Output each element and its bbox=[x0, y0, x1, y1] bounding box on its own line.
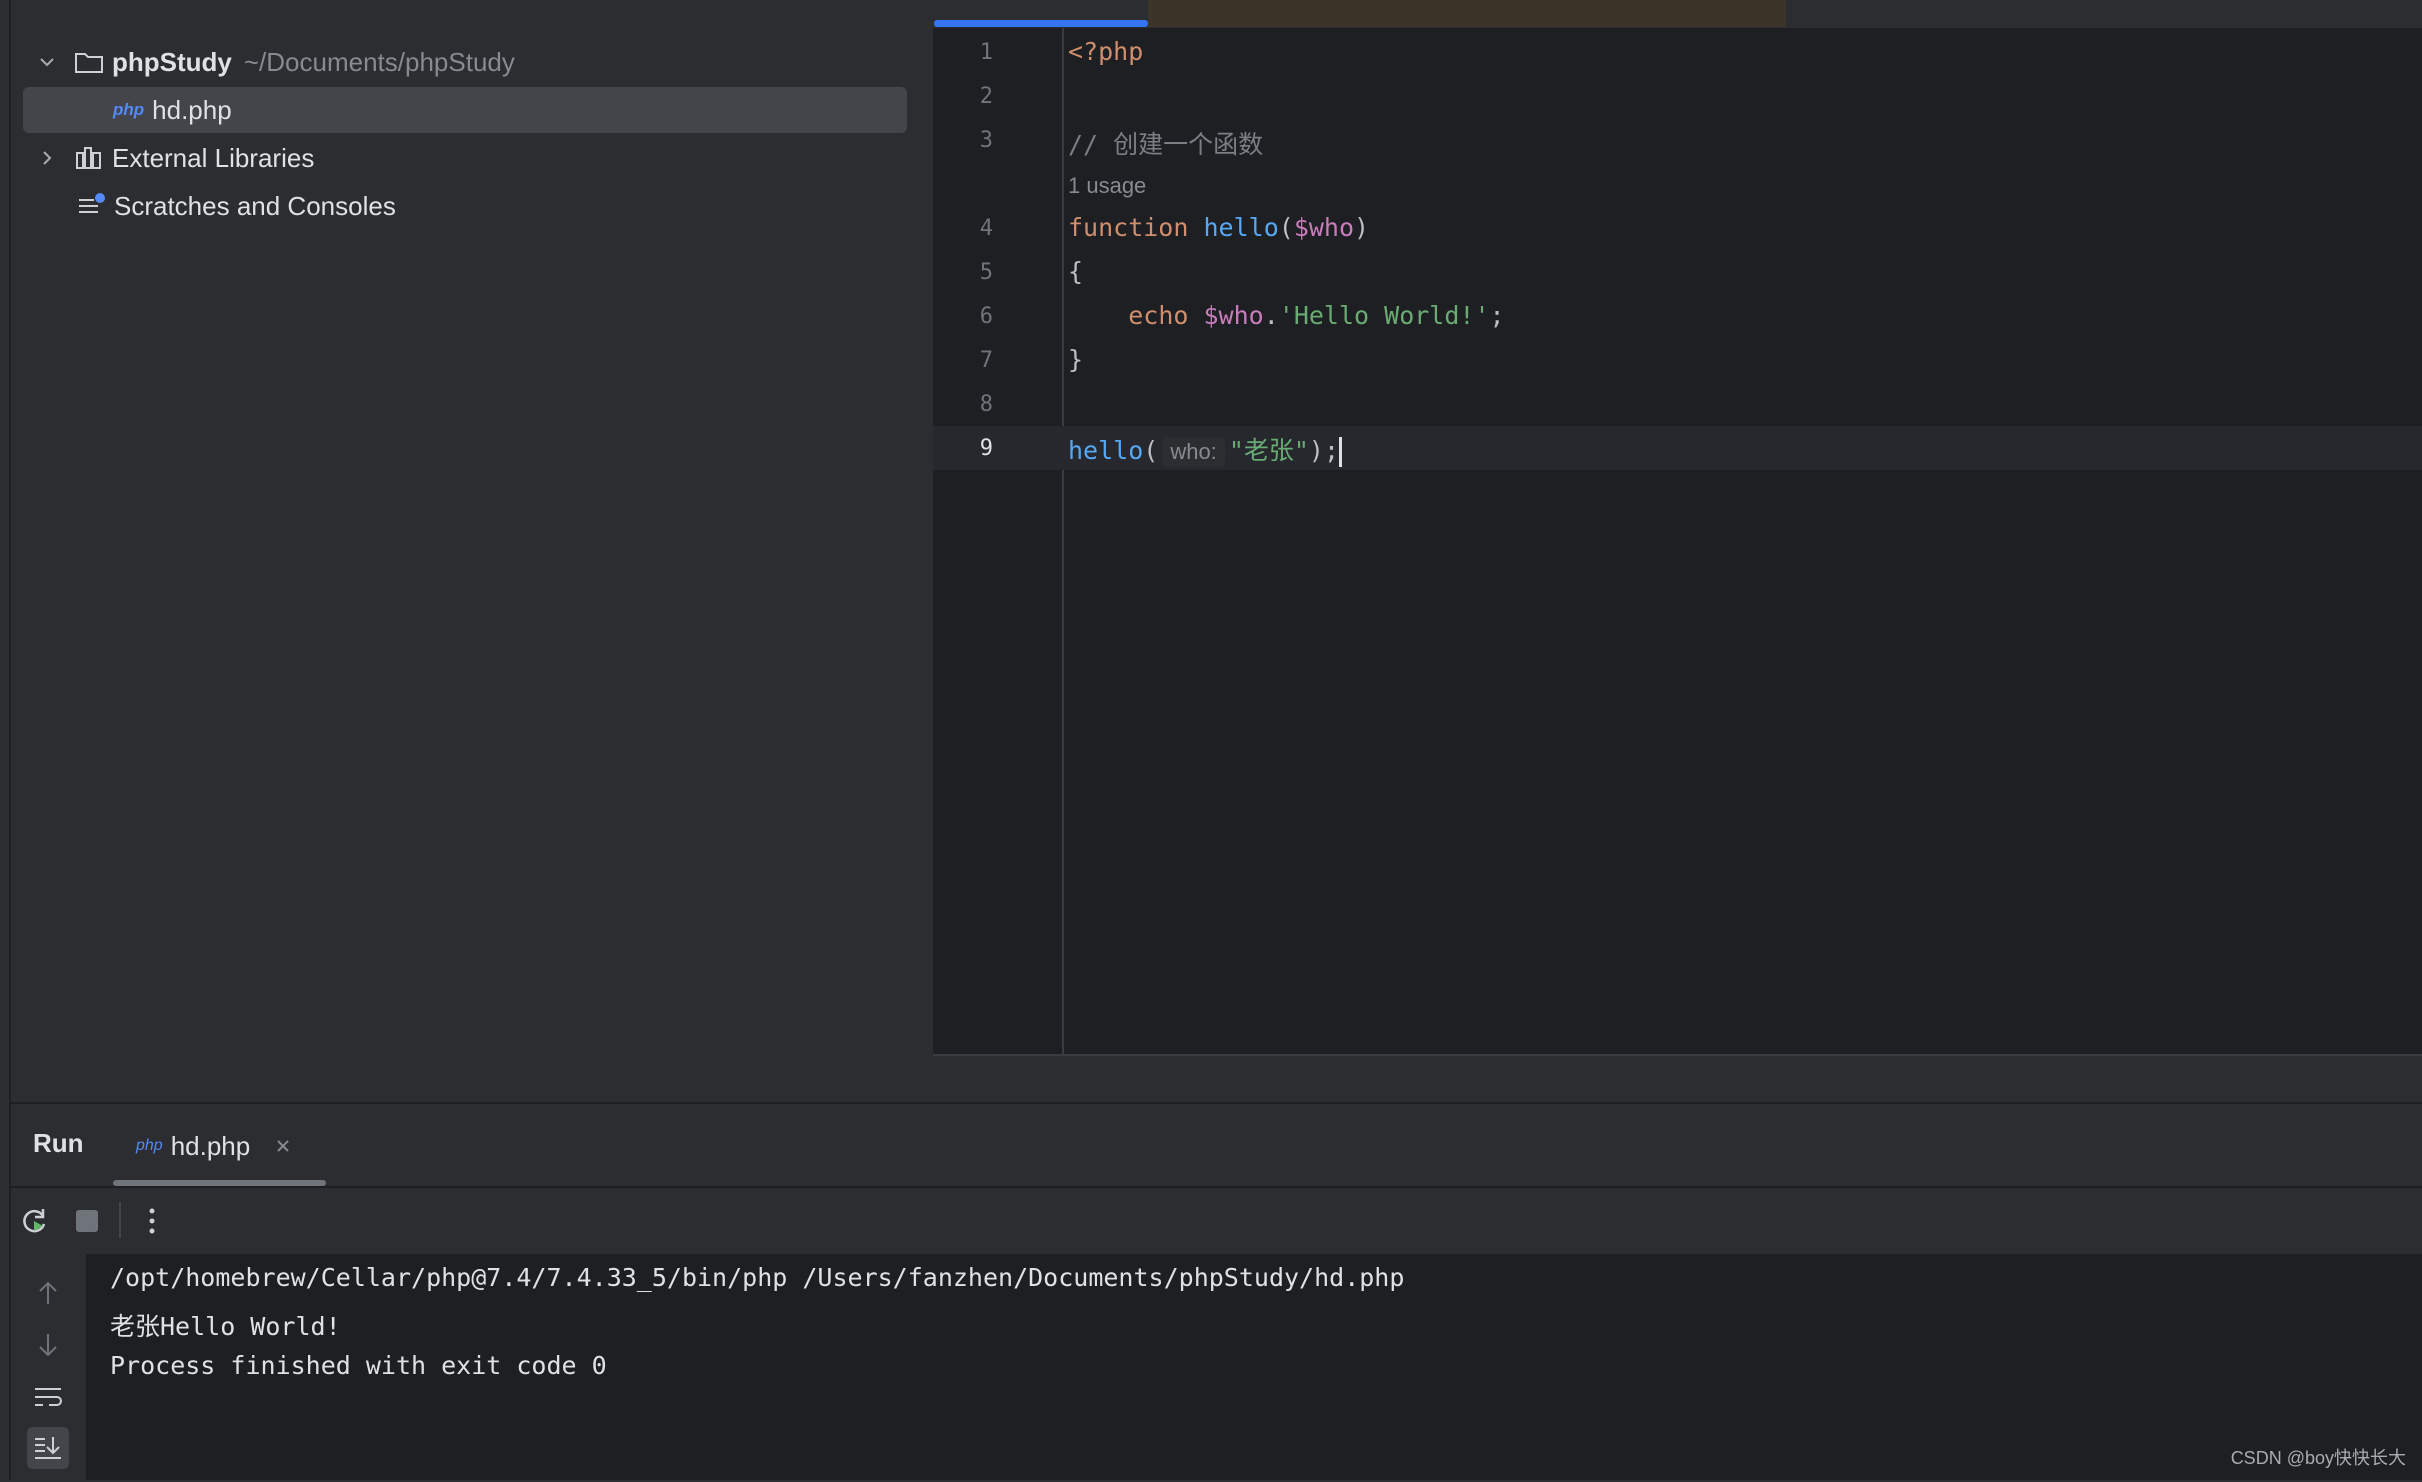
brace-close: } bbox=[1068, 345, 1084, 374]
more-options-icon[interactable] bbox=[140, 1204, 164, 1238]
rerun-icon[interactable] bbox=[18, 1204, 52, 1238]
string-literal: 'Hello World!' bbox=[1278, 301, 1490, 330]
php-open-tag: <?php bbox=[1068, 37, 1144, 66]
code-comment: // 创建一个函数 bbox=[1068, 130, 1264, 159]
tree-file-hd-php[interactable]: php hd.php bbox=[113, 87, 232, 133]
stop-icon[interactable] bbox=[72, 1206, 102, 1236]
external-libraries-label: External Libraries bbox=[112, 142, 315, 173]
chevron-down-icon[interactable] bbox=[36, 51, 58, 73]
library-icon bbox=[76, 147, 101, 169]
line-number-gutter bbox=[933, 28, 1064, 1054]
console-exit-line: Process finished with exit code 0 bbox=[110, 1351, 607, 1380]
variable-who: $who bbox=[1203, 301, 1264, 330]
folder-icon bbox=[75, 53, 103, 73]
arrow-down-icon[interactable] bbox=[33, 1330, 63, 1360]
keyword-echo: echo bbox=[1128, 301, 1189, 330]
arrow-up-icon[interactable] bbox=[33, 1278, 63, 1308]
scratches-icon bbox=[79, 193, 105, 213]
concat-dot: . bbox=[1263, 301, 1279, 330]
text-caret bbox=[1339, 437, 1343, 467]
param-variable: $who bbox=[1293, 213, 1355, 242]
active-tab-indicator bbox=[934, 20, 1148, 27]
php-file-icon: php bbox=[113, 100, 145, 119]
tree-root-phpstudy[interactable]: phpStudy ~/Documents/phpStudy bbox=[36, 39, 515, 85]
console-command-line: /opt/homebrew/Cellar/php@7.4/7.4.33_5/bi… bbox=[110, 1263, 1405, 1292]
line-number: 6 bbox=[979, 304, 993, 329]
code-line-6[interactable]: echo $who.'Hello World!'; bbox=[1068, 301, 1505, 330]
semicolon: ; bbox=[1489, 301, 1505, 330]
paren-close: ) bbox=[1354, 213, 1370, 242]
root-folder-name: phpStudy bbox=[112, 46, 232, 77]
paren-open: ( bbox=[1143, 436, 1159, 465]
function-name: hello bbox=[1203, 213, 1279, 242]
line-number: 3 bbox=[979, 128, 993, 153]
toolbar-separator bbox=[119, 1202, 121, 1238]
string-argument: "老张" bbox=[1228, 436, 1309, 465]
code-line-4[interactable]: function hello($who) bbox=[1068, 213, 1369, 242]
php-run-icon: php bbox=[136, 1137, 163, 1154]
run-panel-title: Run bbox=[33, 1128, 84, 1158]
tree-scratches-consoles[interactable]: Scratches and Consoles bbox=[76, 183, 396, 229]
run-tab-label: hd.php bbox=[170, 1130, 251, 1161]
console-output-line: 老张Hello World! bbox=[110, 1312, 341, 1341]
file-name: hd.php bbox=[152, 94, 232, 125]
function-call-hello: hello bbox=[1068, 436, 1144, 465]
call-close: ); bbox=[1308, 436, 1340, 465]
left-tool-rail bbox=[0, 0, 11, 1480]
code-line-1[interactable]: <?php bbox=[1068, 37, 1143, 66]
editor-bottom-strip bbox=[933, 1054, 2422, 1104]
watermark: CSDN @boy快快长大 bbox=[2230, 1448, 2406, 1468]
soft-wrap-icon[interactable] bbox=[31, 1382, 65, 1412]
chevron-right-icon[interactable] bbox=[36, 147, 58, 169]
scratches-label: Scratches and Consoles bbox=[114, 190, 396, 221]
tree-external-libraries[interactable]: External Libraries bbox=[36, 135, 314, 181]
root-folder-path: ~/Documents/phpStudy bbox=[243, 46, 515, 77]
parameter-hint: who: bbox=[1162, 437, 1225, 467]
line-number: 7 bbox=[979, 348, 993, 373]
close-icon[interactable] bbox=[272, 1135, 294, 1157]
code-line-3[interactable]: // 创建一个函数 bbox=[1068, 125, 1263, 161]
scroll-to-end-icon[interactable] bbox=[27, 1427, 69, 1469]
line-number: 4 bbox=[979, 216, 993, 241]
line-number: 2 bbox=[979, 84, 993, 109]
line-number: 1 bbox=[979, 40, 993, 65]
line-number: 8 bbox=[979, 392, 993, 417]
line-number-current: 9 bbox=[979, 436, 993, 461]
keyword-function: function bbox=[1068, 213, 1189, 242]
run-toolbar bbox=[11, 1186, 2422, 1256]
line-number: 5 bbox=[979, 260, 993, 285]
code-line-7[interactable]: } bbox=[1068, 345, 1083, 374]
brace-open: { bbox=[1068, 257, 1084, 286]
paren-open: ( bbox=[1278, 213, 1294, 242]
usage-hint[interactable]: 1 usage bbox=[1068, 173, 1146, 198]
code-line-9[interactable]: hello(who: "老张"); bbox=[1068, 431, 1343, 467]
code-line-5[interactable]: { bbox=[1068, 257, 1083, 286]
editor-tab-inactive[interactable] bbox=[1148, 0, 1786, 27]
usage-hint-line[interactable]: 1 usage bbox=[1068, 170, 1146, 199]
run-tab-hd-php[interactable]: php hd.php bbox=[136, 1126, 294, 1166]
